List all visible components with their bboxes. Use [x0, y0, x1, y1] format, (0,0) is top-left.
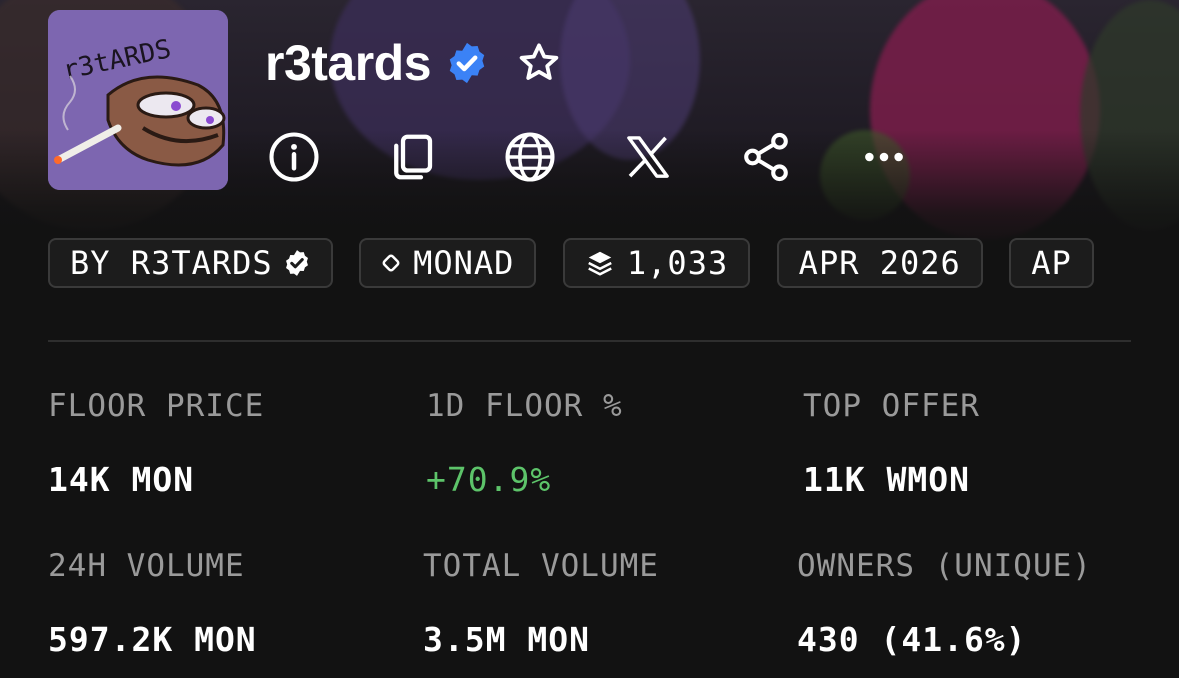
more-options-button[interactable] [855, 128, 913, 186]
collection-title: r3tards [265, 35, 432, 91]
stat-value: 3.5M MON [423, 620, 590, 659]
verified-badge-icon [449, 42, 485, 84]
favorite-star-icon[interactable] [515, 39, 563, 87]
collection-actions [265, 128, 913, 186]
section-divider [48, 340, 1131, 342]
stat-value: 430 (41.6%) [797, 620, 1027, 659]
share-icon [744, 132, 788, 182]
stat-label: OWNERS (UNIQUE) [797, 548, 1092, 584]
created-date-chip[interactable]: APR 2026 [776, 238, 983, 288]
collection-chips: BY R3TARDS MONAD 1,033 APR 2026 AP [48, 238, 1131, 292]
chain-chip-label: MONAD [413, 244, 515, 282]
stat-value: 597.2K MON [48, 620, 257, 659]
creator-chip-label: BY R3TARDS [70, 244, 273, 282]
stat-owners: OWNERS (UNIQUE) 430 (41.6%) [797, 548, 1092, 659]
stat-total-volume: TOTAL VOLUME 3.5M MON [423, 548, 659, 659]
stat-24h-volume: 24H VOLUME 597.2K MON [48, 548, 257, 659]
website-button[interactable] [501, 128, 559, 186]
collection-stats: FLOOR PRICE 14K MON 1D FLOOR % +70.9% TO… [48, 388, 1179, 678]
copy-icon [394, 134, 433, 180]
monad-chain-icon [382, 254, 400, 272]
stat-label: 1D FLOOR % [426, 388, 623, 424]
stat-value: 14K MON [48, 460, 195, 499]
overflow-chip-label: AP [1031, 244, 1072, 282]
x-logo-icon [627, 136, 669, 178]
creator-chip[interactable]: BY R3TARDS [48, 238, 333, 288]
items-count-label: 1,033 [626, 244, 729, 282]
x-profile-button[interactable] [619, 128, 677, 186]
stat-top-offer: TOP OFFER 11K WMON [803, 388, 980, 499]
stat-floor-change: 1D FLOOR % +70.9% [426, 388, 623, 499]
collection-avatar: r3tARDS [48, 10, 228, 190]
verified-creator-icon [285, 250, 308, 276]
info-icon [269, 132, 319, 182]
stat-floor-price: FLOOR PRICE 14K MON [48, 388, 264, 499]
stat-label: FLOOR PRICE [48, 388, 265, 424]
stat-label: 24H VOLUME [48, 548, 245, 584]
copy-button[interactable] [383, 128, 441, 186]
info-button[interactable] [265, 128, 323, 186]
stat-label: TOP OFFER [803, 388, 980, 424]
stat-value: 11K WMON [803, 460, 970, 499]
more-icon [865, 152, 903, 162]
stat-label: TOTAL VOLUME [423, 548, 659, 584]
stat-value: +70.9% [426, 460, 552, 499]
overflow-chip[interactable]: AP [1009, 238, 1094, 288]
collection-header: r3tards [265, 28, 563, 98]
layers-icon [588, 251, 612, 276]
globe-icon [505, 132, 555, 182]
share-button[interactable] [737, 128, 795, 186]
items-count-chip[interactable]: 1,033 [562, 238, 751, 288]
chain-chip[interactable]: MONAD [359, 238, 537, 288]
created-date-label: APR 2026 [798, 244, 961, 282]
